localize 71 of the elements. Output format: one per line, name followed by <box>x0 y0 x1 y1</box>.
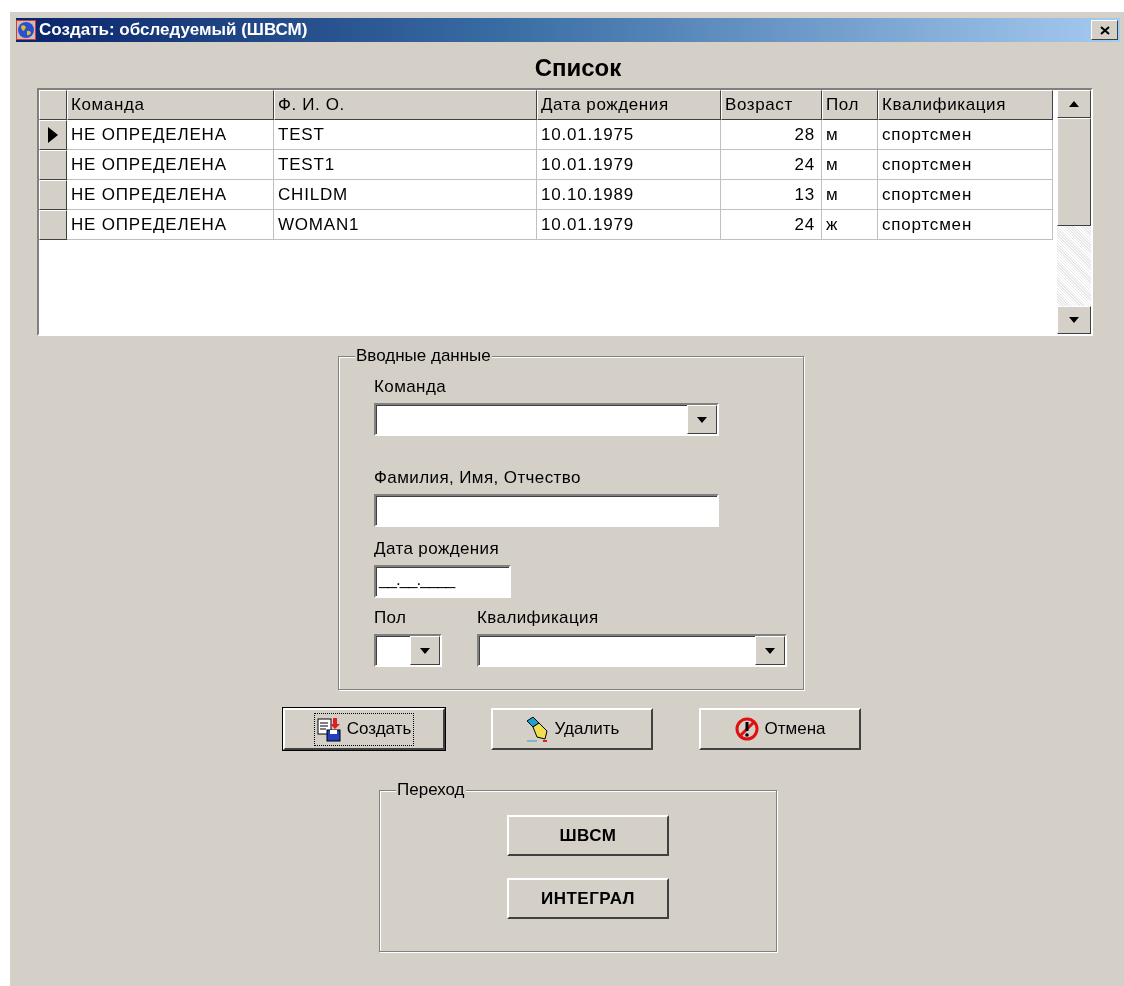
field-label: Команда <box>374 377 448 397</box>
list-heading: Список <box>533 54 622 82</box>
table-cell: TEST1 <box>274 150 537 180</box>
row-indicator[interactable] <box>39 120 67 150</box>
field-label: Квалификация <box>477 608 600 628</box>
table-cell: ж <box>822 210 878 240</box>
navigation-button[interactable]: ИНТЕГРАЛ <box>507 878 669 919</box>
group-title: Вводные данные <box>355 346 492 366</box>
document-disk-icon <box>316 716 341 742</box>
column-header[interactable]: Возраст <box>721 90 822 120</box>
input-field[interactable] <box>374 494 719 527</box>
caret-icon <box>697 416 707 423</box>
column-header[interactable]: Команда <box>67 90 274 120</box>
table-cell: 24 <box>721 210 822 240</box>
column-header[interactable]: Дата рождения <box>537 90 721 120</box>
table-cell: TEST <box>274 120 537 150</box>
table-cell: спортсмен <box>878 180 1053 210</box>
group-title: Переход <box>396 780 466 800</box>
table-cell: м <box>822 120 878 150</box>
dropdown-field[interactable] <box>477 634 787 667</box>
table-cell: НЕ ОПРЕДЕЛЕНА <box>67 180 274 210</box>
row-indicator[interactable] <box>39 180 67 210</box>
scroll-bar[interactable] <box>1057 90 1091 334</box>
up-arrow-icon <box>1069 101 1079 107</box>
close-button[interactable] <box>1091 20 1118 40</box>
column-header[interactable]: Квалификация <box>878 90 1053 120</box>
row-indicator[interactable] <box>39 210 67 240</box>
caret-icon <box>420 647 430 654</box>
table-cell: 10.10.1989 <box>537 180 721 210</box>
dropdown-button[interactable] <box>410 636 440 665</box>
globe-icon <box>16 20 36 40</box>
dropdown-button[interactable] <box>755 636 785 665</box>
date-field[interactable]: __.__.____ <box>374 565 511 598</box>
dropdown-button[interactable] <box>687 405 717 434</box>
table-cell: CHILDM <box>274 180 537 210</box>
navigation-button[interactable]: ШВСМ <box>507 815 669 856</box>
table-cell: 24 <box>721 150 822 180</box>
current-row-icon <box>48 127 58 143</box>
table-cell: спортсмен <box>878 150 1053 180</box>
table-cell: WOMAN1 <box>274 210 537 240</box>
scroll-thumb[interactable] <box>1057 118 1091 226</box>
table-cell: 28 <box>721 120 822 150</box>
table-cell: м <box>822 150 878 180</box>
field-label: Фамилия, Имя, Отчество <box>374 468 582 488</box>
close-icon <box>1099 25 1110 35</box>
down-arrow-icon <box>1069 317 1079 323</box>
action-button[interactable]: Создать <box>283 708 445 750</box>
table-cell: НЕ ОПРЕДЕЛЕНА <box>67 150 274 180</box>
table-cell: м <box>822 180 878 210</box>
prohibition-icon <box>734 716 759 742</box>
dropdown-field[interactable] <box>374 403 719 436</box>
column-header[interactable]: Ф. И. О. <box>274 90 537 120</box>
field-label: Пол <box>374 608 408 628</box>
table-cell: спортсмен <box>878 210 1053 240</box>
table-cell: НЕ ОПРЕДЕЛЕНА <box>67 120 274 150</box>
table-cell: 10.01.1975 <box>537 120 721 150</box>
table-cell: 10.01.1979 <box>537 210 721 240</box>
field-label: Дата рождения <box>374 539 501 559</box>
dropdown-field[interactable] <box>374 634 442 667</box>
table-cell: спортсмен <box>878 120 1053 150</box>
caret-icon <box>765 647 775 654</box>
window-title: Создать: обследуемый (ШВСМ) <box>39 20 308 40</box>
scroll-up-button[interactable] <box>1057 90 1091 118</box>
column-header[interactable]: Пол <box>822 90 878 120</box>
row-indicator[interactable] <box>39 150 67 180</box>
action-button[interactable]: Удалить <box>491 708 653 750</box>
table-cell: 10.01.1979 <box>537 150 721 180</box>
action-button[interactable]: Отмена <box>699 708 861 750</box>
table-cell: НЕ ОПРЕДЕЛЕНА <box>67 210 274 240</box>
scroll-down-button[interactable] <box>1057 306 1091 334</box>
table-cell: 13 <box>721 180 822 210</box>
